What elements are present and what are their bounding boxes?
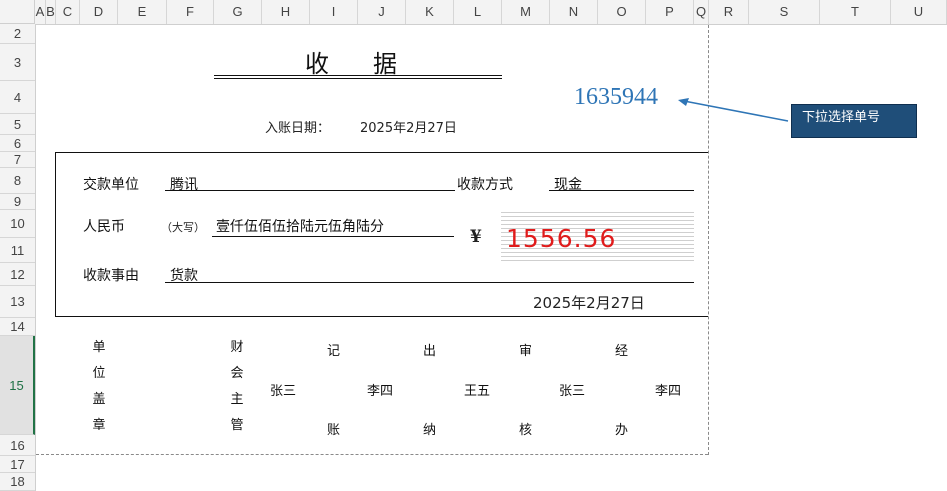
amount-words-underline — [212, 236, 454, 237]
row-header-18[interactable]: 18 — [0, 473, 35, 491]
handler-label-bottom: 办 — [615, 423, 629, 438]
payment-reason-label: 收款事由 — [83, 268, 139, 284]
column-header-g[interactable]: G — [214, 0, 262, 24]
page-break-line — [708, 25, 709, 455]
handler-label-top: 经 — [615, 344, 629, 359]
payment-method-underline — [549, 190, 694, 191]
row-header-2[interactable]: 2 — [0, 24, 35, 44]
cashier-label-top: 出 — [423, 344, 437, 359]
payer-value[interactable]: 腾讯 — [170, 174, 198, 194]
column-header-bar: A B C D E F G H I J K L M N O P Q R S T … — [0, 0, 947, 25]
accounting-label-top: 记 — [327, 344, 341, 359]
entry-date-label: 入账日期： — [265, 121, 331, 136]
entry-date-value[interactable]: 2025年2月27日 — [360, 117, 457, 136]
receipt-number-cell[interactable]: 1635944 — [574, 84, 658, 111]
amount-in-figures[interactable]: 1556.56 — [506, 224, 616, 253]
rmb-label: 人民币 — [83, 219, 125, 235]
row-header-9[interactable]: 9 — [0, 194, 35, 210]
column-header-s[interactable]: S — [749, 0, 820, 24]
finance-head-char: 会 — [230, 366, 244, 381]
finance-head-char: 主 — [230, 392, 244, 407]
column-header-e[interactable]: E — [118, 0, 167, 24]
payment-method-value[interactable]: 现金 — [554, 174, 582, 194]
unit-seal-char: 位 — [92, 366, 106, 381]
unit-seal-char: 盖 — [92, 392, 106, 407]
cashier-name[interactable]: 王五 — [464, 380, 490, 399]
row-header-16[interactable]: 16 — [0, 435, 35, 456]
row-header-11[interactable]: 11 — [0, 238, 35, 263]
handler-name[interactable]: 李四 — [655, 380, 681, 399]
arrow-left-icon — [678, 98, 789, 122]
page-break-line — [36, 454, 708, 455]
column-header-m[interactable]: M — [502, 0, 550, 24]
cashier-label-bottom: 纳 — [423, 423, 437, 438]
row-header-12[interactable]: 12 — [0, 263, 35, 286]
column-header-j[interactable]: J — [358, 0, 406, 24]
column-header-r[interactable]: R — [709, 0, 749, 24]
column-header-q[interactable]: Q — [694, 0, 709, 24]
column-header-c[interactable]: C — [56, 0, 80, 24]
row-header-bar: 2 3 4 5 6 7 8 9 10 11 12 13 14 15 16 17 … — [0, 24, 36, 491]
dropdown-tip-callout: 下拉选择单号 — [791, 104, 917, 138]
column-header-l[interactable]: L — [454, 0, 502, 24]
finance-head-name[interactable]: 张三 — [270, 380, 296, 399]
row-header-5[interactable]: 5 — [0, 114, 35, 135]
title-underline — [214, 75, 502, 76]
row-header-6[interactable]: 6 — [0, 135, 35, 152]
row-header-14[interactable]: 14 — [0, 318, 35, 336]
column-header-u[interactable]: U — [891, 0, 947, 24]
payment-reason-underline — [165, 282, 694, 283]
column-header-n[interactable]: N — [550, 0, 598, 24]
auditor-label-bottom: 核 — [519, 423, 533, 438]
row-header-4[interactable]: 4 — [0, 81, 35, 114]
row-header-7[interactable]: 7 — [0, 152, 35, 168]
finance-head-char: 财 — [230, 340, 244, 355]
payment-method-label: 收款方式 — [457, 177, 513, 193]
column-header-i[interactable]: I — [310, 0, 358, 24]
title-underline — [214, 78, 502, 79]
column-header-o[interactable]: O — [598, 0, 646, 24]
auditor-name[interactable]: 张三 — [559, 380, 585, 399]
column-header-t[interactable]: T — [820, 0, 891, 24]
receipt-date[interactable]: 2025年2月27日 — [533, 292, 645, 313]
finance-head-label: 财 会 主 管 — [229, 335, 245, 439]
row-header-15[interactable]: 15 — [0, 336, 35, 435]
rmb-uppercase-note: （大写） — [161, 221, 205, 234]
select-all-corner[interactable] — [0, 0, 35, 24]
auditor-label-top: 审 — [519, 344, 533, 359]
row-header-3[interactable]: 3 — [0, 44, 35, 81]
unit-seal-char: 章 — [92, 418, 106, 433]
payer-underline — [165, 190, 455, 191]
column-header-h[interactable]: H — [262, 0, 310, 24]
row-header-17[interactable]: 17 — [0, 456, 35, 473]
receipt-title: 收据 — [305, 50, 441, 78]
row-header-8[interactable]: 8 — [0, 168, 35, 194]
payer-label: 交款单位 — [83, 177, 139, 193]
column-header-b[interactable]: B — [46, 0, 56, 24]
column-header-p[interactable]: P — [646, 0, 694, 24]
unit-seal-char: 单 — [92, 340, 106, 355]
finance-head-char: 管 — [230, 418, 244, 433]
row-header-10[interactable]: 10 — [0, 210, 35, 238]
yuan-symbol: ¥ — [470, 227, 482, 247]
column-header-f[interactable]: F — [167, 0, 214, 24]
row-header-13[interactable]: 13 — [0, 286, 35, 318]
accounting-name[interactable]: 李四 — [367, 380, 393, 399]
column-header-k[interactable]: K — [406, 0, 454, 24]
column-header-d[interactable]: D — [80, 0, 118, 24]
accounting-label-bottom: 账 — [327, 423, 341, 438]
amount-in-words[interactable]: 壹仟伍佰伍拾陆元伍角陆分 — [216, 216, 384, 236]
column-header-a[interactable]: A — [35, 0, 46, 24]
unit-seal-label: 单 位 盖 章 — [91, 335, 107, 439]
